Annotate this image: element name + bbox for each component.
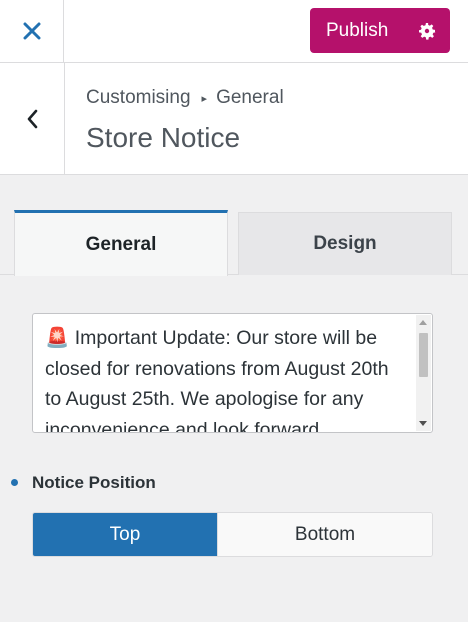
section-header: Customising ▸ General Store Notice <box>0 63 468 175</box>
store-notice-textarea[interactable]: 🚨 Important Update: Our store will be cl… <box>32 313 433 433</box>
position-bottom-button[interactable]: Bottom <box>217 513 432 556</box>
close-icon <box>23 22 40 40</box>
breadcrumb-separator-icon: ▸ <box>201 92 208 105</box>
tab-bar: General Design <box>0 210 468 276</box>
notice-position-label: Notice Position <box>32 473 156 492</box>
siren-emoji-icon: 🚨 <box>45 327 70 349</box>
chevron-left-icon <box>27 109 38 128</box>
scroll-down-arrow-icon[interactable] <box>419 421 427 426</box>
close-button[interactable] <box>0 0 64 62</box>
bullet-dot-icon <box>11 479 18 486</box>
store-notice-content: Important Update: Our store will be clos… <box>45 327 389 433</box>
publish-group: Publish <box>310 8 450 53</box>
scrollbar-thumb[interactable] <box>419 333 428 377</box>
store-notice-text: 🚨 Important Update: Our store will be cl… <box>45 323 410 433</box>
scroll-up-arrow-icon[interactable] <box>419 320 427 325</box>
notice-position-toggle: Top Bottom <box>32 512 433 557</box>
breadcrumb: Customising ▸ General <box>86 87 284 109</box>
breadcrumb-item-customising: Customising <box>86 87 191 108</box>
publish-button[interactable]: Publish <box>310 8 410 53</box>
back-button[interactable] <box>0 63 65 174</box>
tab-design[interactable]: Design <box>238 212 452 275</box>
gear-icon <box>419 22 436 40</box>
textarea-scrollbar[interactable] <box>416 315 431 431</box>
tab-general[interactable]: General <box>14 210 228 276</box>
customizer-topbar: Publish <box>0 0 468 63</box>
page-title: Store Notice <box>86 122 241 153</box>
breadcrumb-item-general: General <box>216 87 284 108</box>
position-top-button[interactable]: Top <box>33 513 217 556</box>
publish-settings-button[interactable] <box>412 8 442 53</box>
